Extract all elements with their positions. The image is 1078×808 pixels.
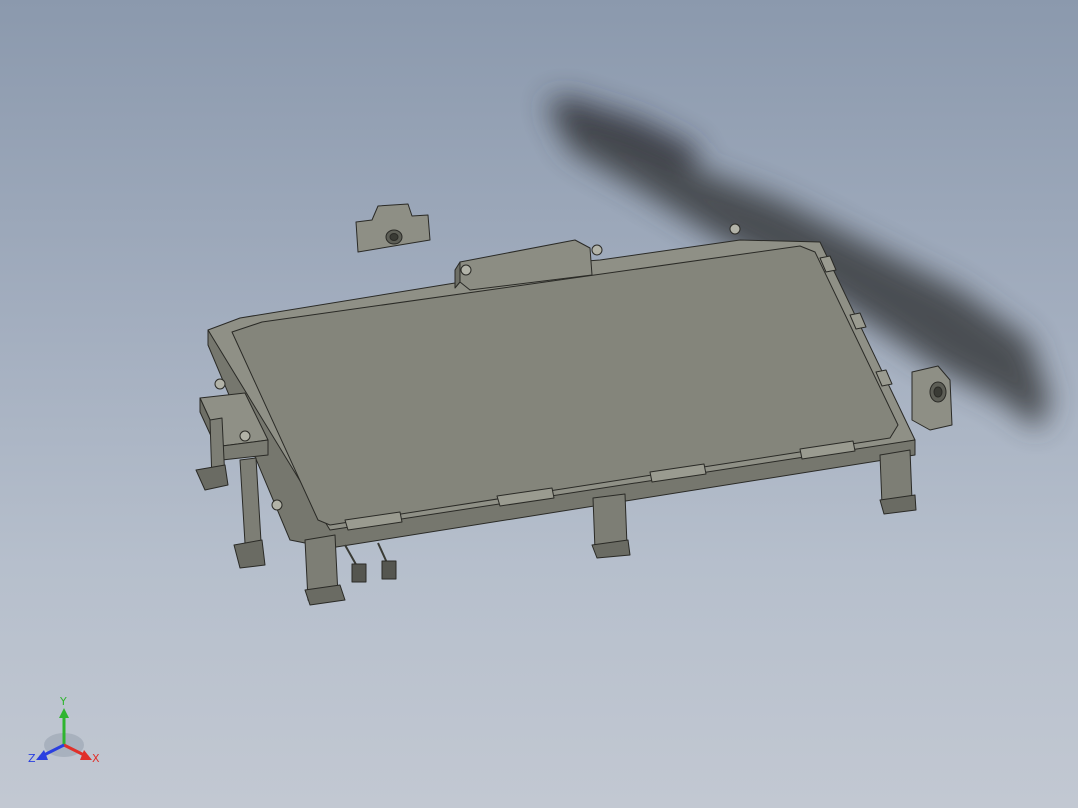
cad-model-view[interactable]	[0, 0, 1078, 808]
z-axis-label: Z	[28, 752, 36, 765]
x-axis-label: X	[92, 752, 100, 765]
cable-connectors	[344, 542, 397, 583]
top-plate	[231, 245, 899, 526]
y-axis-label: Y	[59, 695, 67, 708]
graphics-viewport[interactable]: Y X Z	[0, 0, 1078, 808]
reference-triad: Y X Z	[28, 695, 100, 765]
bearing-block-right	[911, 365, 953, 431]
bearing-block-left	[355, 203, 431, 253]
